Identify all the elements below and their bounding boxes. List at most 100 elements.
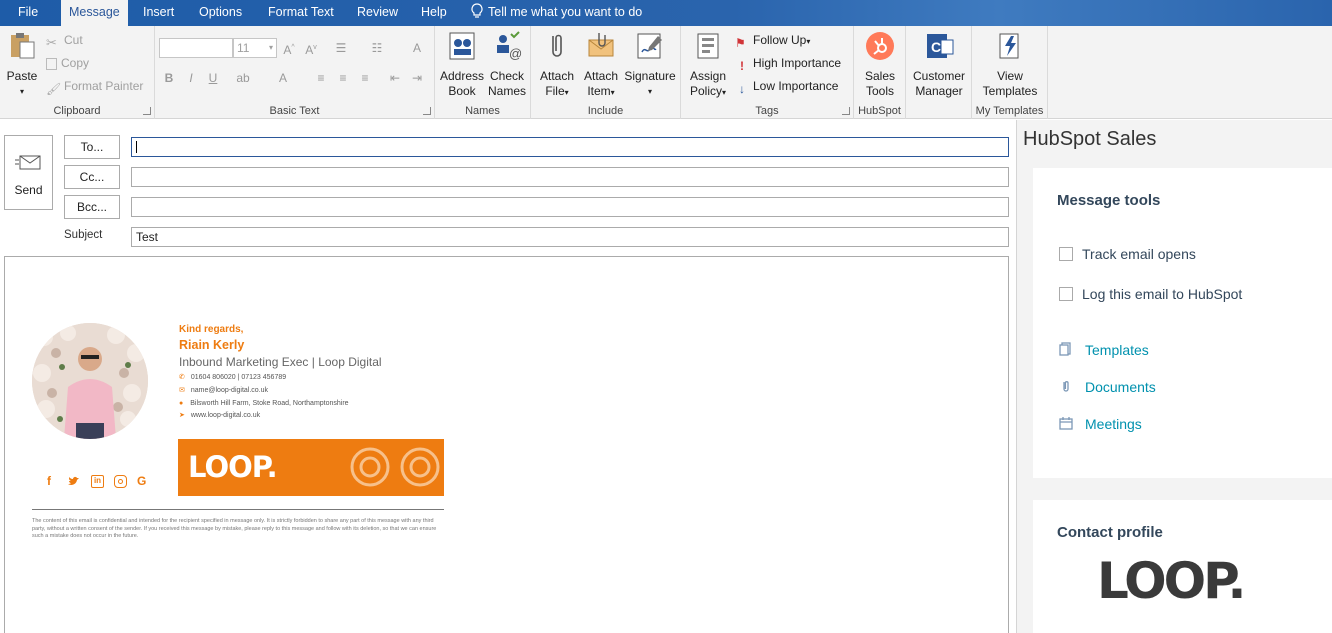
- high-importance-button[interactable]: ! High Importance: [735, 53, 841, 73]
- assign-policy-button[interactable]: Assign Policy▾: [685, 30, 731, 100]
- signature-website[interactable]: www.loop-digital.co.uk: [191, 412, 260, 419]
- chevron-down-icon: ▾: [806, 37, 811, 46]
- svg-text:C: C: [931, 39, 941, 55]
- chevron-down-icon: ▾: [647, 87, 652, 96]
- message-body[interactable]: Kind regards, Riain Kerly Inbound Market…: [4, 256, 1009, 633]
- clipboard-group-label: Clipboard: [53, 105, 101, 117]
- to-button[interactable]: To...: [64, 135, 120, 159]
- assign-policy-label-2: Policy: [689, 84, 722, 98]
- copy-icon: [46, 58, 57, 70]
- paste-button[interactable]: Paste ▾: [4, 30, 40, 99]
- basic-text-group: 11 ▾ A^ Av ☰ ☷ A B I U ab A ≡ ≡ ≡ ⇤ ⇥ Bas…: [155, 26, 435, 119]
- tab-format-text[interactable]: Format Text: [260, 0, 342, 26]
- attach-item-button[interactable]: Attach Item▾: [579, 30, 623, 100]
- instagram-icon[interactable]: [114, 475, 127, 488]
- font-size-select[interactable]: 11 ▾: [233, 38, 277, 58]
- subject-field[interactable]: Test: [131, 227, 1009, 247]
- copy-button[interactable]: Copy: [46, 53, 89, 73]
- flag-icon: ⚑: [735, 36, 746, 50]
- linkedin-icon[interactable]: in: [91, 475, 104, 488]
- attach-item-label-1: Attach: [583, 69, 619, 83]
- sales-tools-button[interactable]: Sales Tools: [856, 30, 904, 99]
- address-book-button[interactable]: Address Book: [439, 30, 485, 99]
- cut-label: Cut: [64, 33, 83, 47]
- bcc-field[interactable]: [131, 197, 1009, 217]
- track-email-checkbox[interactable]: [1059, 247, 1073, 261]
- bullets-button[interactable]: ☰: [331, 38, 351, 58]
- hubspot-group: Sales Tools HubSpot: [854, 26, 906, 119]
- font-color-button[interactable]: A: [273, 68, 293, 88]
- send-button[interactable]: Send: [4, 135, 53, 210]
- customer-manager-button[interactable]: C Customer Manager: [908, 30, 970, 99]
- contact-company-logo[interactable]: LOOP.: [1097, 552, 1247, 610]
- avatar-photo: [32, 323, 148, 439]
- signature-email[interactable]: name@loop-digital.co.uk: [191, 387, 268, 394]
- menu-bar: File Message Insert Options Format Text …: [0, 0, 1332, 27]
- tab-review[interactable]: Review: [349, 0, 406, 26]
- log-email-checkbox[interactable]: [1059, 287, 1073, 301]
- align-center-button[interactable]: ≡: [333, 68, 353, 88]
- track-email-label[interactable]: Track email opens: [1082, 246, 1196, 262]
- to-field[interactable]: [131, 137, 1009, 157]
- chevron-down-icon: ▾: [722, 88, 727, 97]
- grow-font-button[interactable]: A^: [279, 38, 299, 58]
- paste-icon: [11, 33, 35, 59]
- dialog-launcher-icon[interactable]: [423, 107, 431, 115]
- signature-address-row: ● Bilsworth Hill Farm, Stoke Road, Northa…: [179, 398, 349, 411]
- view-templates-button[interactable]: View Templates: [976, 30, 1044, 99]
- italic-button[interactable]: I: [181, 68, 201, 88]
- google-icon[interactable]: G: [137, 474, 146, 488]
- attach-file-label-1: Attach: [539, 69, 575, 83]
- names-group-label: Names: [465, 105, 500, 117]
- underline-button[interactable]: U: [203, 68, 223, 88]
- send-label: Send: [14, 183, 43, 197]
- chevron-down-icon: ▾: [610, 88, 615, 97]
- cc-field[interactable]: [131, 167, 1009, 187]
- envelope-attach-icon: [588, 33, 614, 57]
- twitter-icon[interactable]: [67, 475, 81, 487]
- follow-up-button[interactable]: ⚑ Follow Up▾: [735, 30, 810, 50]
- location-pin-icon: ●: [179, 399, 184, 407]
- exclamation-icon: !: [740, 59, 744, 73]
- tab-insert[interactable]: Insert: [135, 0, 182, 26]
- tab-options[interactable]: Options: [191, 0, 250, 26]
- signature-greeting: Kind regards,: [179, 324, 244, 335]
- paintbrush-icon: 🖌: [46, 82, 62, 96]
- format-painter-button[interactable]: 🖌 Format Painter: [46, 76, 143, 96]
- shrink-font-button[interactable]: Av: [301, 38, 321, 58]
- align-right-button[interactable]: ≡: [355, 68, 375, 88]
- documents-link[interactable]: Documents: [1085, 379, 1156, 395]
- signature-button[interactable]: Signature ▾: [623, 30, 677, 99]
- bold-button[interactable]: B: [159, 68, 179, 88]
- signature-website-row: ➤ www.loop-digital.co.uk: [179, 410, 349, 423]
- low-importance-button[interactable]: ↓ Low Importance: [735, 76, 838, 96]
- cc-button[interactable]: Cc...: [64, 165, 120, 189]
- signature-email-row: ✉ name@loop-digital.co.uk: [179, 385, 349, 398]
- meetings-link[interactable]: Meetings: [1085, 416, 1142, 432]
- bcc-button[interactable]: Bcc...: [64, 195, 120, 219]
- dialog-launcher-icon[interactable]: [842, 107, 850, 115]
- tab-message[interactable]: Message: [61, 0, 128, 27]
- tab-help[interactable]: Help: [413, 0, 455, 26]
- subject-value: Test: [136, 230, 159, 244]
- align-left-button[interactable]: ≡: [311, 68, 331, 88]
- log-email-label[interactable]: Log this email to HubSpot: [1082, 286, 1242, 302]
- increase-indent-button[interactable]: ⇥: [407, 68, 427, 88]
- templates-link[interactable]: Templates: [1085, 342, 1149, 358]
- tab-file[interactable]: File: [10, 0, 46, 26]
- attach-file-button[interactable]: Attach File▾: [535, 30, 579, 100]
- numbering-button[interactable]: ☷: [367, 38, 387, 58]
- facebook-icon[interactable]: f: [47, 474, 51, 488]
- decrease-indent-button[interactable]: ⇤: [385, 68, 405, 88]
- banner-logo-text: LOOP.: [188, 450, 278, 484]
- check-names-button[interactable]: @ Check Names: [485, 30, 529, 99]
- cut-button[interactable]: ✂ Cut: [46, 30, 83, 50]
- clear-formatting-button[interactable]: A: [407, 38, 427, 58]
- check-names-icon: @: [497, 31, 522, 61]
- font-name-select[interactable]: [159, 38, 233, 58]
- templates-icon: [1059, 342, 1071, 356]
- highlight-button[interactable]: ab: [233, 68, 253, 88]
- loop-banner[interactable]: LOOP.: [178, 439, 444, 496]
- tell-me-search[interactable]: Tell me what you want to do: [470, 0, 642, 26]
- dialog-launcher-icon[interactable]: [143, 107, 151, 115]
